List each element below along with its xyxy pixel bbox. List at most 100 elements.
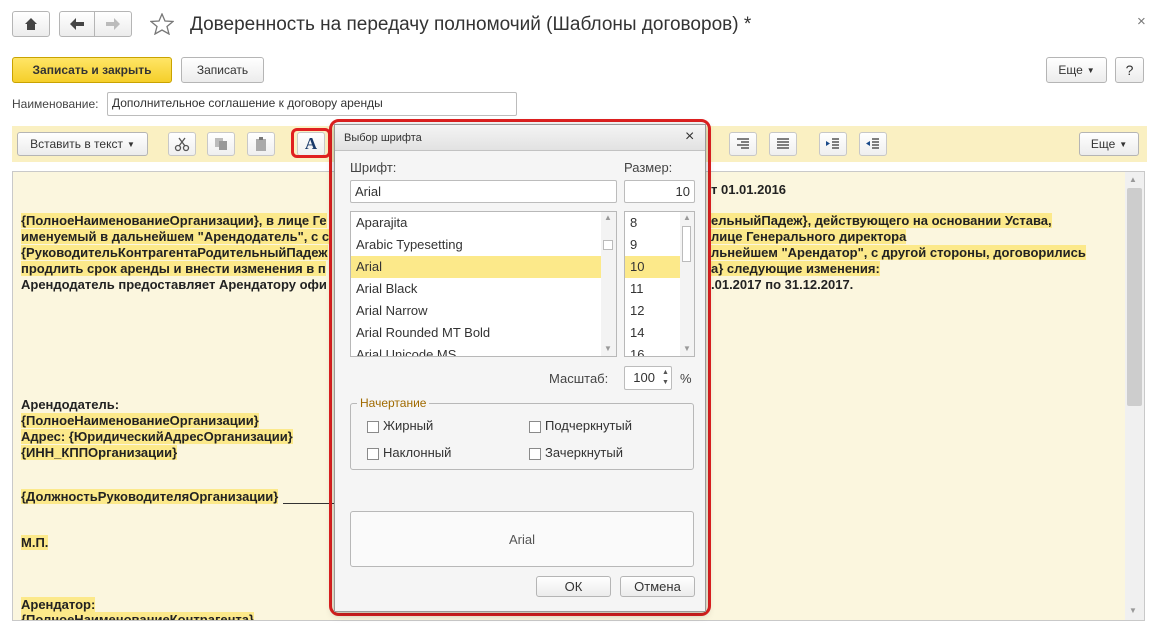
underline-label: Подчеркнутый — [545, 418, 633, 433]
scroll-up-arrow-icon[interactable]: ▲ — [1129, 175, 1137, 184]
indent-decrease-icon — [866, 138, 879, 149]
landlord-heading: Арендодатель: — [21, 397, 120, 412]
insert-into-text-button[interactable]: Вставить в текст ▼ — [17, 132, 148, 156]
document-line-left: продлить срок аренды и внести изменения … — [21, 261, 326, 276]
more-button-label: Еще — [1058, 63, 1083, 77]
size-list-item[interactable]: 14 — [625, 322, 680, 344]
home-button[interactable] — [12, 11, 50, 37]
copy-icon — [215, 138, 227, 150]
justify-button[interactable] — [769, 132, 797, 156]
italic-label: Наклонный — [383, 445, 452, 460]
size-list[interactable]: 8 9 10 11 12 14 16 ▲ ▼ — [624, 211, 695, 357]
arrow-left-icon — [70, 18, 84, 30]
document-line-right: лице Генерального директора — [711, 229, 907, 244]
document-line-left: {ПолноеНаименованиеОрганизации}, в лице … — [21, 213, 327, 228]
chevron-down-icon: ▼ — [126, 139, 135, 149]
favorite-star-icon[interactable] — [149, 12, 175, 38]
toolbar-more-button[interactable]: Еще ▼ — [1079, 132, 1139, 156]
cut-button[interactable] — [168, 132, 196, 156]
scroll-thumb[interactable] — [603, 240, 613, 250]
chevron-down-icon: ▼ — [1119, 139, 1128, 149]
scroll-thumb[interactable] — [1127, 188, 1142, 406]
underline-checkbox[interactable]: Подчеркнутый — [529, 418, 632, 433]
scale-stepper[interactable]: ▲ ▼ — [660, 368, 671, 388]
size-list-item[interactable]: 11 — [625, 278, 680, 300]
scale-unit: % — [680, 371, 692, 386]
italic-checkbox[interactable]: Наклонный — [367, 445, 451, 460]
font-list-item[interactable]: Arabic Typesetting — [351, 234, 601, 256]
increase-indent-button[interactable] — [819, 132, 847, 156]
font-list-item[interactable]: Arial Narrow — [351, 300, 601, 322]
paste-icon — [256, 137, 266, 151]
font-list-item[interactable]: Arial Black — [351, 278, 601, 300]
font-preview-text: Arial — [508, 531, 535, 547]
tenant-organization: {ПолноеНаименованиеКонтрагента} — [21, 612, 255, 620]
scroll-up-arrow-icon[interactable]: ▲ — [683, 213, 691, 222]
copy-button[interactable] — [207, 132, 235, 156]
paste-button[interactable] — [247, 132, 275, 156]
font-list-item[interactable]: Arial Unicode MS — [351, 344, 601, 356]
landlord-organization: {ПолноеНаименованиеОрганизации} — [21, 413, 259, 428]
size-label: Размер: — [624, 160, 673, 175]
font-button-annotation — [291, 128, 331, 158]
indent-increase-icon — [826, 138, 839, 149]
insert-into-text-label: Вставить в текст — [30, 137, 123, 151]
scroll-thumb[interactable] — [682, 226, 691, 262]
font-dialog: Выбор шрифта × Шрифт: Размер: Arial 10 A… — [334, 124, 706, 612]
save-and-close-button[interactable]: Записать и закрыть — [12, 57, 172, 83]
size-list-item[interactable]: 12 — [625, 300, 680, 322]
font-list[interactable]: Aparajita Arabic Typesetting Arial Arial… — [350, 211, 617, 357]
size-list-item-selected[interactable]: 10 — [625, 256, 680, 278]
size-list-item[interactable]: 9 — [625, 234, 680, 256]
close-icon[interactable]: × — [1137, 13, 1146, 30]
scroll-down-arrow-icon[interactable]: ▼ — [604, 344, 612, 353]
help-button[interactable]: ? — [1115, 57, 1144, 83]
document-line-left: именуемый в дальнейшем "Арендодатель", с… — [21, 229, 330, 244]
font-preview: Arial — [350, 511, 694, 567]
seal-placeholder: М.П. — [21, 535, 49, 550]
cancel-button[interactable]: Отмена — [620, 576, 695, 597]
font-name-input[interactable]: Arial — [350, 180, 617, 203]
arrow-right-icon — [106, 18, 120, 30]
forward-button[interactable] — [94, 11, 132, 37]
font-list-item[interactable]: Arial Rounded MT Bold — [351, 322, 601, 344]
font-list-item[interactable]: Aparajita — [351, 212, 601, 234]
name-input[interactable]: Дополнительное соглашение к договору аре… — [107, 92, 517, 116]
size-list-item[interactable]: 8 — [625, 212, 680, 234]
font-dialog-title: Выбор шрифта — [344, 132, 422, 144]
size-list-item[interactable]: 16 — [625, 344, 680, 356]
document-line-right: ельныйПадеж}, действующего на основании … — [711, 213, 1052, 228]
size-list-scrollbar[interactable]: ▲ ▼ — [680, 212, 694, 356]
font-size-input[interactable]: 10 — [624, 180, 695, 203]
document-line-right: льнейшем "Арендатор", с другой стороны, … — [711, 245, 1086, 260]
font-label: Шрифт: — [350, 160, 397, 175]
document-line-right: а} следующие изменения: — [711, 261, 880, 276]
document-header-fragment: т 01.01.2016 — [711, 182, 787, 197]
dialog-close-icon[interactable]: × — [685, 128, 694, 146]
strikethrough-label: Зачеркнутый — [545, 445, 623, 460]
landlord-inn: {ИНН_КППОрганизации} — [21, 445, 178, 460]
more-button[interactable]: Еще ▼ — [1046, 57, 1107, 83]
bold-checkbox[interactable]: Жирный — [367, 418, 433, 433]
scale-value: 100 — [633, 370, 655, 385]
back-button[interactable] — [59, 11, 95, 37]
style-group-title: Начертание — [357, 396, 430, 410]
align-right-icon — [737, 138, 749, 149]
strikethrough-checkbox[interactable]: Зачеркнутый — [529, 445, 623, 460]
scroll-down-arrow-icon[interactable]: ▼ — [683, 344, 691, 353]
font-list-item-selected[interactable]: Arial — [351, 256, 601, 278]
chevron-down-icon: ▼ — [1086, 65, 1095, 75]
font-dialog-titlebar: Выбор шрифта × — [335, 125, 705, 151]
document-scrollbar[interactable]: ▲ ▼ — [1125, 172, 1144, 620]
name-label: Наименование: — [12, 97, 99, 111]
ok-button[interactable]: ОК — [536, 576, 611, 597]
scroll-down-arrow-icon[interactable]: ▼ — [1129, 606, 1137, 615]
scroll-up-arrow-icon[interactable]: ▲ — [604, 213, 612, 222]
font-list-scrollbar[interactable]: ▲ ▼ — [601, 212, 616, 356]
scissors-icon — [174, 137, 190, 152]
checkbox-icon — [367, 420, 379, 433]
save-button[interactable]: Записать — [181, 57, 264, 83]
align-right-button[interactable] — [729, 132, 757, 156]
scale-label: Масштаб: — [549, 371, 609, 386]
decrease-indent-button[interactable] — [859, 132, 887, 156]
